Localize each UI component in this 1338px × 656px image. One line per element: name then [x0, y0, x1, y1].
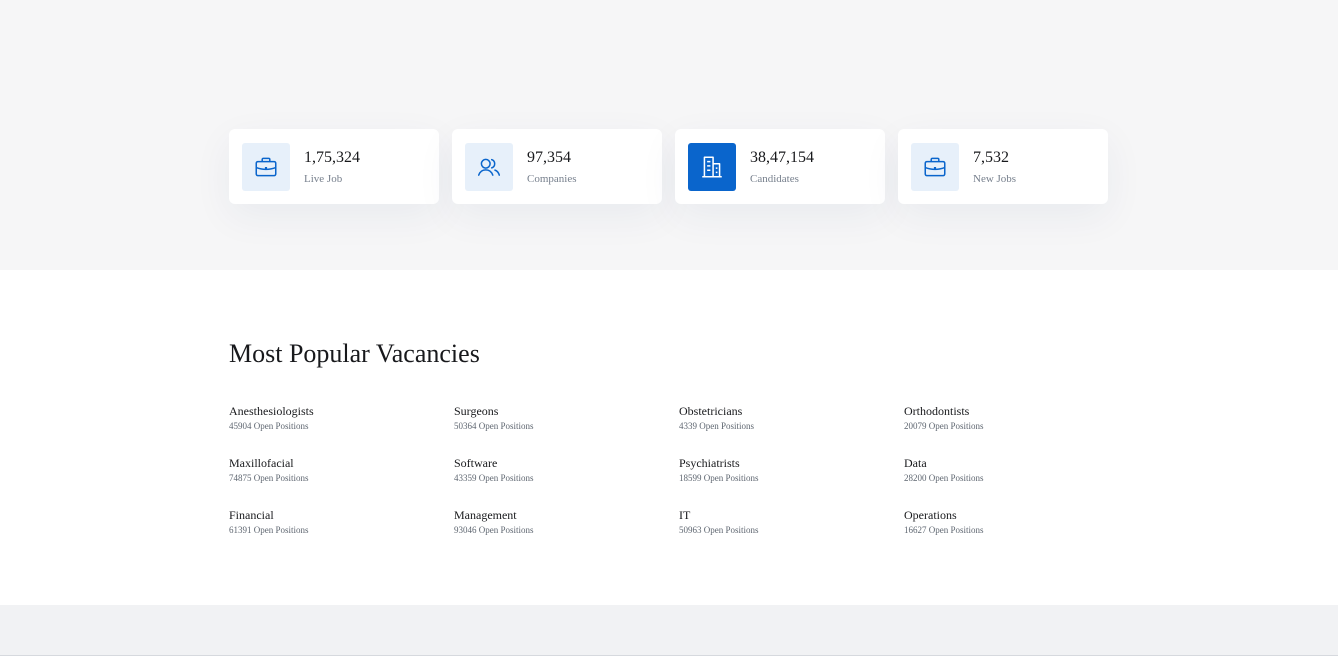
vacancy-count: 16627 Open Positions — [904, 525, 984, 535]
stat-card-new-jobs: 7,532 New Jobs — [898, 129, 1108, 204]
vacancy-name[interactable]: Surgeons — [454, 403, 679, 419]
vacancy-count: 43359 Open Positions — [454, 473, 534, 483]
vacancy-name[interactable]: Financial — [229, 507, 454, 523]
vacancy-count: 18599 Open Positions — [679, 473, 759, 483]
vacancy-item[interactable]: Maxillofacial 74875 Open Positions — [229, 455, 454, 490]
vacancy-count: 93046 Open Positions — [454, 525, 534, 535]
vacancy-name[interactable]: Operations — [904, 507, 1129, 523]
vacancy-count: 50963 Open Positions — [679, 525, 759, 535]
vacancy-name[interactable]: Data — [904, 455, 1129, 471]
vacancy-item[interactable]: Financial 61391 Open Positions — [229, 507, 454, 542]
vacancy-name[interactable]: Orthodontists — [904, 403, 1129, 419]
vacancy-item[interactable]: Data 28200 Open Positions — [904, 455, 1129, 490]
vacancy-count: 20079 Open Positions — [904, 421, 984, 431]
vacancy-name[interactable]: Software — [454, 455, 679, 471]
vacancy-item[interactable]: Surgeons 50364 Open Positions — [454, 403, 679, 438]
section-title: Most Popular Vacancies — [229, 339, 480, 368]
popular-vacancies-section: Most Popular Vacancies Anesthesiologists… — [0, 270, 1338, 605]
briefcase-icon — [255, 157, 277, 176]
stat-label: Live Job — [304, 172, 343, 185]
stats-section: 1,75,324 Live Job 97,354 Companies 38,47… — [0, 0, 1338, 270]
stat-card-candidates: 38,47,154 Candidates — [675, 129, 885, 204]
footer-strip — [0, 605, 1338, 656]
users-icon — [477, 158, 501, 176]
vacancy-item[interactable]: Obstetricians 4339 Open Positions — [679, 403, 904, 438]
vacancy-count: 50364 Open Positions — [454, 421, 534, 431]
vacancy-name[interactable]: Psychiatrists — [679, 455, 904, 471]
vacancy-count: 74875 Open Positions — [229, 473, 309, 483]
vacancy-count: 28200 Open Positions — [904, 473, 984, 483]
stat-icon-box — [688, 142, 736, 191]
stat-text: 38,47,154 Candidates — [750, 148, 814, 186]
buildings-icon — [702, 155, 722, 178]
vacancy-item[interactable]: Operations 16627 Open Positions — [904, 507, 1129, 542]
stat-text: 7,532 New Jobs — [973, 148, 1016, 186]
stat-label: Candidates — [750, 172, 799, 185]
vacancy-name[interactable]: Management — [454, 507, 679, 523]
stat-card-companies: 97,354 Companies — [452, 129, 662, 204]
vacancy-item[interactable]: Management 93046 Open Positions — [454, 507, 679, 542]
vacancy-count: 4339 Open Positions — [679, 421, 755, 431]
stat-card-live-jobs: 1,75,324 Live Job — [229, 129, 439, 204]
stat-icon-box — [911, 142, 959, 191]
vacancy-count: 61391 Open Positions — [229, 525, 309, 535]
stat-icon-box — [465, 142, 513, 191]
stat-value: 1,75,324 — [304, 148, 360, 166]
briefcase-icon — [924, 157, 946, 176]
vacancy-item[interactable]: Anesthesiologists 45904 Open Positions — [229, 403, 454, 438]
vacancies-grid: Anesthesiologists 45904 Open Positions S… — [229, 403, 1129, 542]
vacancy-count: 45904 Open Positions — [229, 421, 309, 431]
stat-value: 38,47,154 — [750, 148, 814, 166]
vacancy-item[interactable]: Orthodontists 20079 Open Positions — [904, 403, 1129, 438]
stat-label: Companies — [527, 172, 577, 185]
stat-text: 97,354 Companies — [527, 148, 577, 186]
vacancy-name[interactable]: Anesthesiologists — [229, 403, 454, 419]
vacancy-name[interactable]: Maxillofacial — [229, 455, 454, 471]
stat-value: 7,532 — [973, 148, 1009, 166]
vacancy-name[interactable]: IT — [679, 507, 904, 523]
stats-row: 1,75,324 Live Job 97,354 Companies 38,47… — [229, 129, 1108, 204]
vacancy-item[interactable]: Psychiatrists 18599 Open Positions — [679, 455, 904, 490]
stat-icon-box — [242, 142, 290, 191]
stat-text: 1,75,324 Live Job — [304, 148, 360, 186]
vacancy-item[interactable]: Software 43359 Open Positions — [454, 455, 679, 490]
vacancy-name[interactable]: Obstetricians — [679, 403, 904, 419]
vacancy-item[interactable]: IT 50963 Open Positions — [679, 507, 904, 542]
stat-value: 97,354 — [527, 148, 571, 166]
stat-label: New Jobs — [973, 172, 1017, 185]
